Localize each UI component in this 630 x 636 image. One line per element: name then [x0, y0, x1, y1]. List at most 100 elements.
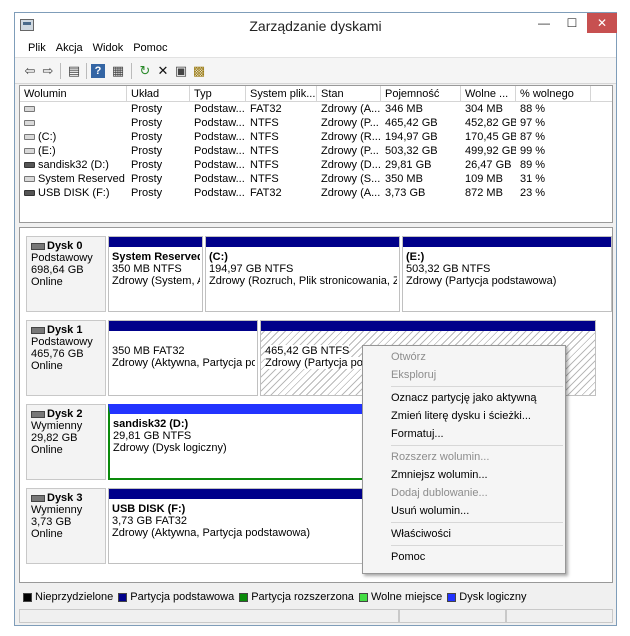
volume-name: System Reserved: [20, 172, 127, 186]
volume-capacity: 194,97 GB: [385, 131, 438, 143]
disk-type: Podstawowy: [31, 336, 93, 348]
console-tree-icon[interactable]: ▤: [65, 62, 83, 80]
title-bar: Zarządzanie dyskami — ☐ ✕: [15, 13, 617, 39]
volume-filesystem: NTFS: [250, 117, 279, 129]
legend-free-space: Wolne miejsce: [358, 591, 442, 603]
partition-status: Zdrowy (Dysk logiczny): [113, 442, 227, 454]
disk-label-2[interactable]: Dysk 2 Wymienny 29,82 GB Online: [26, 404, 106, 480]
context-menu-item[interactable]: Formatuj...: [363, 425, 565, 443]
volume-capacity: 465,42 GB: [385, 117, 438, 129]
primary-partition-bar: [261, 321, 595, 331]
disk-state: Online: [31, 276, 63, 288]
toolbar-separator: [60, 63, 61, 79]
column-header-stan[interactable]: Stan: [317, 86, 381, 101]
context-menu-item[interactable]: Pomoc: [363, 548, 565, 566]
partition-label: sandisk32 (D:): [113, 418, 189, 430]
volume-capacity: 350 MB: [385, 173, 423, 185]
column-header-typ[interactable]: Typ: [190, 86, 246, 101]
partition-c[interactable]: (C:) 194,97 GB NTFS Zdrowy (Rozruch, Pli…: [205, 236, 400, 312]
column-header-uklad[interactable]: Układ: [127, 86, 190, 101]
status-pane: [506, 609, 613, 623]
partition-fat32-unnamed[interactable]: 350 MB FAT32 Zdrowy (Aktywna, Partycja p…: [108, 320, 258, 396]
delete-icon[interactable]: ✕: [154, 62, 172, 80]
help-icon[interactable]: ?: [91, 64, 105, 78]
disk-name: Dysk 3: [47, 492, 83, 504]
volume-name-text: (E:): [38, 145, 56, 157]
menu-plik[interactable]: Plik: [23, 39, 51, 57]
volume-name-text: sandisk32 (D:): [38, 159, 109, 171]
context-menu-item[interactable]: Zmień literę dysku i ścieżki...: [363, 407, 565, 425]
table-row[interactable]: sandisk32 (D:) Prosty Podstaw... NTFS Zdrowy…: [20, 158, 612, 172]
disk-size: 698,64 GB: [31, 264, 84, 276]
table-row[interactable]: USB DISK (F:) Prosty Podstaw... FAT32 Zdrowy…: [20, 186, 612, 200]
context-menu-item[interactable]: Usuń wolumin...: [363, 502, 565, 520]
context-menu-item: Dodaj dublowanie...: [391, 487, 488, 499]
context-menu-separator: [391, 545, 563, 546]
volume-free: 109 MB: [465, 173, 503, 185]
context-menu-item[interactable]: Zmniejsz wolumin...: [363, 466, 565, 484]
table-row[interactable]: System Reserved Prosty Podstaw... NTFS Zdrow…: [20, 172, 612, 186]
partition-label: (C:): [209, 251, 228, 263]
disk-name: Dysk 0: [47, 240, 83, 252]
status-pane: [19, 609, 399, 623]
properties-list-icon[interactable]: ▦: [109, 62, 127, 80]
partition-system-reserved[interactable]: System Reserved 350 MB NTFS Zdrowy (Syst…: [108, 236, 203, 312]
column-header-system-plikow[interactable]: System plik...: [246, 86, 317, 101]
disk-label-3[interactable]: Dysk 3 Wymienny 3,73 GB Online: [26, 488, 106, 564]
volume-filesystem: NTFS: [250, 173, 279, 185]
column-header-wolumin[interactable]: Wolumin: [20, 86, 127, 101]
column-header-filler: [591, 86, 612, 101]
refresh-icon[interactable]: ↻: [136, 62, 154, 80]
context-menu: Otwórz Eksploruj Oznacz partycję jako akty…: [362, 345, 566, 574]
volume-type: Podstaw...: [194, 173, 245, 185]
disk-size: 3,73 GB: [31, 516, 72, 528]
volume-icon: [24, 106, 35, 113]
status-bar: [19, 609, 613, 623]
volume-list-header: Wolumin Układ Typ System plik... Stan Po…: [20, 86, 612, 102]
volume-name: [20, 116, 127, 130]
volume-capacity: 346 MB: [385, 103, 423, 115]
status-pane: [399, 609, 506, 623]
table-row[interactable]: Prosty Podstaw... FAT32 Zdrowy (A... 346 MB 3…: [20, 102, 612, 116]
primary-partition-bar: [206, 237, 399, 247]
menu-widok[interactable]: Widok: [88, 39, 129, 57]
volume-status: Zdrowy (R...: [321, 131, 381, 143]
table-row[interactable]: (C:) Prosty Podstaw... NTFS Zdrowy (R... 194,…: [20, 130, 612, 144]
column-header-procent-wolnego[interactable]: % wolnego: [516, 86, 591, 101]
table-row[interactable]: Prosty Podstaw... NTFS Zdrowy (P... 465,42 G…: [20, 116, 612, 130]
context-menu-separator: [391, 445, 563, 446]
disk-label-0[interactable]: Dysk 0 Podstawowy 698,64 GB Online: [26, 236, 106, 312]
properties-icon[interactable]: ▣: [172, 62, 190, 80]
context-menu-item: Otwórz: [391, 351, 426, 363]
disk-label-1[interactable]: Dysk 1 Podstawowy 465,76 GB Online: [26, 320, 106, 396]
partition-e[interactable]: (E:) 503,32 GB NTFS Zdrowy (Partycja pod…: [402, 236, 612, 312]
volume-name: [20, 102, 127, 116]
legend-extended-partition: Partycja rozszerzona: [239, 591, 354, 603]
context-menu-item[interactable]: Właściwości: [363, 525, 565, 543]
menu-pomoc[interactable]: Pomoc: [128, 39, 172, 57]
disk-name: Dysk 1: [47, 324, 83, 336]
volume-status: Zdrowy (A...: [321, 103, 381, 115]
table-row[interactable]: (E:) Prosty Podstaw... NTFS Zdrowy (P... 503,…: [20, 144, 612, 158]
column-header-wolne[interactable]: Wolne ...: [461, 86, 516, 101]
volume-rows: Prosty Podstaw... FAT32 Zdrowy (A... 346 MB 3…: [20, 102, 612, 200]
primary-partition-bar: [109, 237, 202, 247]
legend-primary-partition: Partycja podstawowa: [118, 591, 234, 603]
removable-volume-icon: [24, 190, 35, 197]
hard-disk-icon: [31, 326, 45, 334]
forward-arrow-icon[interactable]: ⇨: [39, 62, 57, 80]
volume-layout: Prosty: [131, 187, 163, 199]
maximize-button[interactable]: ☐: [559, 13, 585, 33]
volume-type: Podstaw...: [194, 117, 245, 129]
context-menu-item: Eksploruj: [391, 369, 437, 381]
new-volume-icon[interactable]: ▩: [190, 62, 208, 80]
close-button[interactable]: ✕: [587, 13, 617, 33]
context-menu-item[interactable]: Oznacz partycję jako aktywną: [363, 389, 565, 407]
volume-name: (C:): [20, 130, 127, 144]
volume-layout: Prosty: [131, 103, 163, 115]
minimize-button[interactable]: —: [531, 13, 557, 33]
menu-akcja[interactable]: Akcja: [51, 39, 88, 57]
column-header-pojemnosc[interactable]: Pojemność: [381, 86, 461, 101]
back-arrow-icon[interactable]: ⇦: [21, 62, 39, 80]
window-title: Zarządzanie dyskami: [249, 18, 382, 34]
